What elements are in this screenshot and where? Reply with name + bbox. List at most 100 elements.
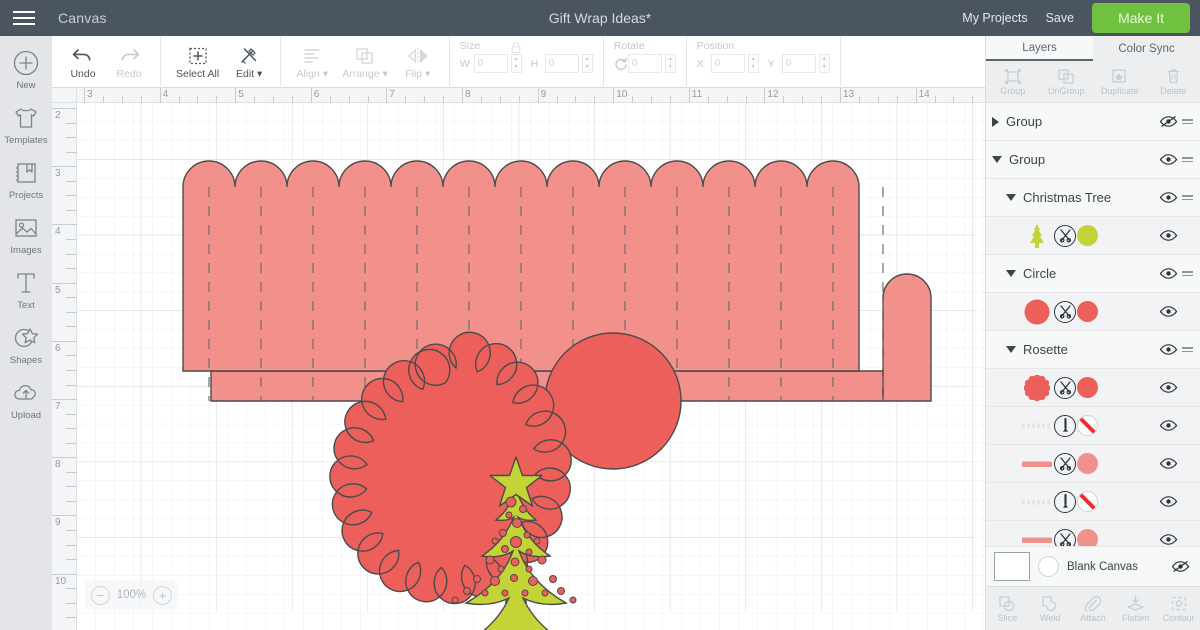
rotate-stepper[interactable]: ▲ ▼ xyxy=(664,54,676,73)
score-operation-icon[interactable] xyxy=(1054,490,1076,513)
attach-button[interactable]: Attach xyxy=(1072,587,1115,630)
layer-drag-handle[interactable] xyxy=(1180,346,1194,353)
cut-operation-icon[interactable] xyxy=(1054,300,1076,323)
position-y-stepper[interactable]: ▲ ▼ xyxy=(818,54,830,73)
position-y-input[interactable] xyxy=(781,54,816,73)
giftbox-right-tab[interactable] xyxy=(882,273,932,402)
chevron-down-icon[interactable] xyxy=(1006,194,1016,201)
contour-button[interactable]: Contour xyxy=(1157,587,1200,630)
position-x-input[interactable] xyxy=(710,54,745,73)
chevron-right-icon[interactable] xyxy=(992,116,999,127)
layer-row[interactable] xyxy=(986,483,1200,521)
layer-row[interactable] xyxy=(986,217,1200,255)
layer-color-swatch[interactable] xyxy=(1077,491,1098,512)
undo-button[interactable]: Undo xyxy=(60,45,106,80)
edit-button[interactable]: Edit ▾ xyxy=(226,45,272,80)
arrange-button[interactable]: Arrange ▾ xyxy=(335,45,395,80)
ungroup-button[interactable]: UnGroup xyxy=(1040,61,1094,102)
canvas-visibility-toggle[interactable] xyxy=(1168,560,1192,573)
layer-group-row[interactable]: Rosette xyxy=(986,331,1200,369)
tab-layers[interactable]: Layers xyxy=(986,36,1093,61)
layer-row[interactable] xyxy=(986,521,1200,546)
layer-visibility-toggle[interactable] xyxy=(1156,153,1180,166)
tab-color-sync[interactable]: Color Sync xyxy=(1093,36,1200,61)
size-w-stepper[interactable]: ▲ ▼ xyxy=(510,54,522,73)
flatten-button[interactable]: Flatten xyxy=(1114,587,1157,630)
layer-visibility-toggle[interactable] xyxy=(1156,115,1180,128)
lock-icon[interactable] xyxy=(510,41,522,53)
layer-visibility-toggle[interactable] xyxy=(1156,343,1180,356)
layer-group-row[interactable]: Circle xyxy=(986,255,1200,293)
layers-list[interactable]: Group Group Christmas Tree Circle Rosette xyxy=(986,103,1200,546)
ungroup-icon xyxy=(1057,68,1075,85)
cut-operation-icon[interactable] xyxy=(1054,528,1076,546)
layer-visibility-toggle[interactable] xyxy=(1156,457,1180,470)
layer-group-row[interactable]: Christmas Tree xyxy=(986,179,1200,217)
canvas-color-swatch[interactable] xyxy=(994,552,1030,581)
sidebar-item-projects[interactable]: Projects xyxy=(0,158,52,201)
layer-visibility-toggle[interactable] xyxy=(1156,419,1180,432)
layer-color-swatch[interactable] xyxy=(1077,377,1098,398)
hamburger-menu-icon[interactable] xyxy=(0,0,48,36)
size-h-stepper[interactable]: ▲ ▼ xyxy=(581,54,593,73)
canvas-color-circle[interactable] xyxy=(1038,556,1059,577)
rotate-input[interactable] xyxy=(627,54,662,73)
layer-visibility-toggle[interactable] xyxy=(1156,533,1180,546)
sidebar-item-upload[interactable]: Upload xyxy=(0,378,52,421)
delete-button[interactable]: Delete xyxy=(1147,61,1200,102)
make-it-button[interactable]: Make It xyxy=(1092,3,1190,33)
group-button[interactable]: Group xyxy=(986,61,1040,102)
redo-button[interactable]: Redo xyxy=(106,45,152,80)
layer-drag-handle[interactable] xyxy=(1180,118,1194,125)
flip-button[interactable]: Flip ▾ xyxy=(395,45,441,80)
layer-visibility-toggle[interactable] xyxy=(1156,191,1180,204)
layer-row[interactable] xyxy=(986,369,1200,407)
layer-row[interactable] xyxy=(986,445,1200,483)
chevron-down-icon[interactable] xyxy=(1006,346,1016,353)
layer-visibility-toggle[interactable] xyxy=(1156,381,1180,394)
layer-color-swatch[interactable] xyxy=(1077,415,1098,436)
layer-visibility-toggle[interactable] xyxy=(1156,229,1180,242)
cut-operation-icon[interactable] xyxy=(1054,376,1076,399)
giftbox-scallop-panel[interactable] xyxy=(182,160,884,401)
layer-group-row[interactable]: Group xyxy=(986,141,1200,179)
align-button[interactable]: Align ▾ xyxy=(289,45,335,80)
position-x-stepper[interactable]: ▲ ▼ xyxy=(747,54,759,73)
save-button[interactable]: Save xyxy=(1046,11,1075,25)
layer-visibility-toggle[interactable] xyxy=(1156,267,1180,280)
slice-button[interactable]: Slice xyxy=(986,587,1029,630)
layer-group-row[interactable]: Group xyxy=(986,103,1200,141)
layer-color-swatch[interactable] xyxy=(1077,529,1098,546)
size-h-input[interactable] xyxy=(544,54,579,73)
layer-visibility-toggle[interactable] xyxy=(1156,495,1180,508)
chevron-down-icon[interactable] xyxy=(1006,270,1016,277)
sidebar-item-shapes[interactable]: Shapes xyxy=(0,323,52,366)
cut-operation-icon[interactable] xyxy=(1054,452,1076,475)
chevron-down-icon[interactable] xyxy=(992,156,1002,163)
layer-drag-handle[interactable] xyxy=(1180,270,1194,277)
zoom-in-button[interactable]: + xyxy=(153,585,173,605)
sidebar-item-text[interactable]: Text xyxy=(0,268,52,311)
layer-color-swatch[interactable] xyxy=(1077,301,1098,322)
cut-operation-icon[interactable] xyxy=(1054,224,1076,247)
layer-drag-handle[interactable] xyxy=(1180,194,1194,201)
design-canvas[interactable]: 345678910111213141516 2345678910 − 100% … xyxy=(52,88,985,630)
blank-canvas-row[interactable]: Blank Canvas xyxy=(986,546,1200,586)
my-projects-link[interactable]: My Projects xyxy=(962,11,1027,25)
zoom-out-button[interactable]: − xyxy=(90,585,110,605)
select-all-button[interactable]: Select All xyxy=(169,45,226,80)
layer-color-swatch[interactable] xyxy=(1077,225,1098,246)
sidebar-item-templates[interactable]: Templates xyxy=(0,103,52,146)
layer-row[interactable] xyxy=(986,293,1200,331)
size-w-input[interactable] xyxy=(473,54,508,73)
layer-drag-handle[interactable] xyxy=(1180,156,1194,163)
sidebar-item-new[interactable]: New xyxy=(0,48,52,91)
layer-row[interactable] xyxy=(986,407,1200,445)
score-operation-icon[interactable] xyxy=(1054,414,1076,437)
layer-thumbnail xyxy=(1020,421,1054,431)
layer-visibility-toggle[interactable] xyxy=(1156,305,1180,318)
layer-color-swatch[interactable] xyxy=(1077,453,1098,474)
weld-button[interactable]: Weld xyxy=(1029,587,1072,630)
duplicate-button[interactable]: Duplicate xyxy=(1093,61,1147,102)
sidebar-item-images[interactable]: Images xyxy=(0,213,52,256)
